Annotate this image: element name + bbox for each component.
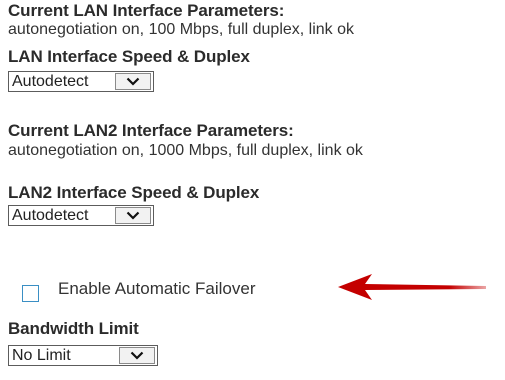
chevron-down-icon[interactable] bbox=[119, 347, 155, 364]
failover-label[interactable]: Enable Automatic Failover bbox=[58, 279, 256, 299]
lan2-speed-select-value: Autodetect bbox=[12, 207, 89, 224]
bandwidth-select[interactable]: No Limit bbox=[8, 345, 158, 366]
lan-speed-select[interactable]: Autodetect bbox=[8, 71, 154, 92]
lan-current-parameters: autonegotiation on, 100 Mbps, full duple… bbox=[8, 21, 355, 38]
lan-speed-heading: LAN Interface Speed & Duplex bbox=[8, 47, 250, 66]
lan-speed-select-value: Autodetect bbox=[12, 73, 89, 90]
chevron-down-icon[interactable] bbox=[115, 207, 151, 224]
lan2-current-heading: Current LAN2 Interface Parameters: bbox=[8, 121, 294, 140]
failover-checkbox[interactable] bbox=[22, 285, 39, 302]
failover-option[interactable]: Enable Automatic Failover bbox=[22, 276, 256, 302]
lan-current-heading: Current LAN Interface Parameters: bbox=[8, 1, 285, 20]
red-arrow-icon bbox=[338, 274, 486, 300]
bandwidth-heading: Bandwidth Limit bbox=[8, 319, 139, 338]
lan2-speed-heading: LAN2 Interface Speed & Duplex bbox=[8, 183, 260, 202]
bandwidth-select-value: No Limit bbox=[12, 347, 71, 364]
chevron-down-icon[interactable] bbox=[115, 73, 151, 90]
lan2-speed-select[interactable]: Autodetect bbox=[8, 205, 154, 226]
lan2-current-parameters: autonegotiation on, 1000 Mbps, full dupl… bbox=[8, 142, 363, 159]
